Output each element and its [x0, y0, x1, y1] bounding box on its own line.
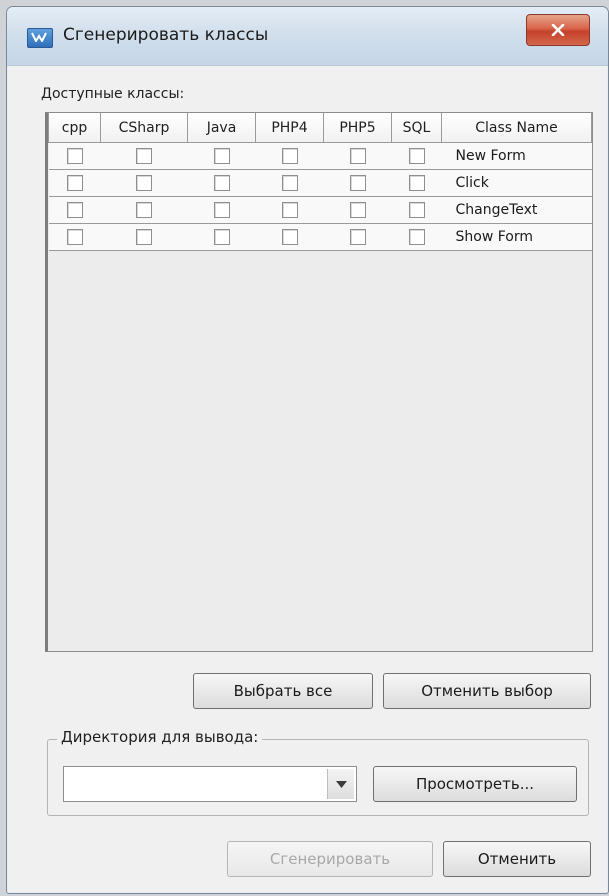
checkbox-sql[interactable] [408, 175, 425, 191]
dialog-window: Сгенерировать классы Доступные классы: c… [6, 6, 609, 894]
close-button[interactable] [526, 14, 590, 46]
generate-button[interactable]: Сгенерировать [227, 841, 433, 877]
checkbox-java[interactable] [213, 148, 230, 164]
checkbox-php4[interactable] [281, 175, 298, 191]
checkbox-cpp[interactable] [66, 175, 83, 191]
checkbox-php4[interactable] [281, 148, 298, 164]
checkbox-cpp[interactable] [66, 202, 83, 218]
table-row: Click [48, 169, 592, 197]
column-header-php5[interactable]: PHP5 [323, 113, 392, 143]
table-row: New Form [48, 142, 592, 170]
checkbox-php5[interactable] [349, 175, 366, 191]
checkbox-java[interactable] [213, 202, 230, 218]
window-title: Сгенерировать классы [63, 25, 269, 45]
checkbox-cpp[interactable] [66, 148, 83, 164]
checkbox-sql[interactable] [408, 229, 425, 245]
output-directory-combo[interactable] [63, 766, 357, 802]
checkbox-php5[interactable] [349, 229, 366, 245]
select-all-button[interactable]: Выбрать все [193, 673, 373, 709]
class-name-cell: Click [441, 169, 592, 197]
title-bar[interactable]: Сгенерировать классы [7, 7, 608, 66]
close-icon [551, 24, 565, 36]
column-header-cpp[interactable]: cpp [48, 113, 101, 143]
checkbox-csharp[interactable] [136, 175, 152, 191]
checkbox-sql[interactable] [408, 148, 425, 164]
available-classes-label: Доступные классы: [41, 86, 185, 102]
deselect-all-button[interactable]: Отменить выбор [383, 673, 591, 709]
column-header-class-name[interactable]: Class Name [441, 113, 592, 143]
table-row: ChangeText [48, 196, 592, 224]
output-directory-label: Директория для вывода: [57, 728, 263, 746]
table-row: Show Form [48, 223, 592, 251]
column-header-csharp[interactable]: CSharp [100, 113, 188, 143]
dropdown-arrow[interactable] [327, 769, 354, 799]
checkbox-csharp[interactable] [136, 148, 152, 164]
checkbox-php4[interactable] [281, 229, 298, 245]
dialog-content: Доступные классы: cpp CSharp Java PHP4 P… [7, 66, 608, 893]
checkbox-java[interactable] [213, 229, 230, 245]
class-name-cell: ChangeText [441, 196, 592, 224]
browse-button[interactable]: Просмотреть... [373, 766, 577, 802]
checkbox-php4[interactable] [281, 202, 298, 218]
checkbox-sql[interactable] [408, 202, 425, 218]
column-header-sql[interactable]: SQL [391, 113, 442, 143]
checkbox-php5[interactable] [349, 148, 366, 164]
checkbox-csharp[interactable] [136, 202, 152, 218]
column-header-java[interactable]: Java [187, 113, 256, 143]
checkbox-cpp[interactable] [66, 229, 83, 245]
checkbox-java[interactable] [213, 175, 230, 191]
chevron-down-icon [335, 780, 347, 788]
class-name-cell: New Form [441, 142, 592, 170]
classes-table: cpp CSharp Java PHP4 PHP5 SQL Class Name [45, 112, 593, 652]
column-header-php4[interactable]: PHP4 [255, 113, 324, 143]
checkbox-php5[interactable] [349, 202, 366, 218]
cancel-button[interactable]: Отменить [443, 841, 591, 877]
class-name-cell: Show Form [441, 223, 592, 251]
checkbox-csharp[interactable] [136, 229, 152, 245]
app-icon [27, 28, 53, 48]
